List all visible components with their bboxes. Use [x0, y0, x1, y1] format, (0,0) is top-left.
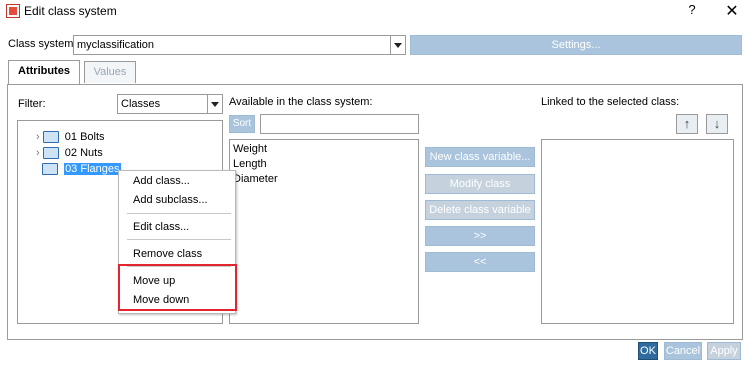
class-system-select[interactable]: myclassification — [73, 35, 406, 55]
folder-icon — [42, 131, 59, 144]
list-item[interactable]: Weight — [233, 143, 267, 155]
class-system-label: Class system: — [8, 38, 77, 50]
list-item[interactable]: Length — [233, 158, 267, 170]
available-search-input[interactable] — [260, 114, 419, 134]
linked-label: Linked to the selected class: — [541, 96, 680, 108]
remove-from-linked-button[interactable]: << — [425, 252, 535, 272]
available-list[interactable]: Weight Length Diameter — [229, 139, 419, 324]
arrow-down-icon[interactable]: ↓ — [706, 114, 728, 134]
arrow-up-icon[interactable]: ↑ — [676, 114, 698, 134]
menu-remove-class[interactable]: Remove class — [133, 248, 202, 260]
expand-icon[interactable]: › — [36, 131, 40, 143]
filter-label: Filter: — [18, 98, 46, 110]
folder-icon — [42, 163, 58, 176]
close-button[interactable]: ✕ — [722, 1, 742, 21]
add-to-linked-button[interactable]: >> — [425, 226, 535, 246]
tab-values[interactable]: Values — [84, 61, 136, 83]
help-button[interactable]: ? — [684, 2, 700, 20]
tree-item[interactable]: › 02 Nuts — [36, 147, 121, 163]
expand-icon[interactable]: › — [36, 147, 40, 159]
ok-button[interactable]: OK — [638, 342, 658, 360]
chevron-down-icon[interactable] — [390, 36, 405, 54]
chevron-down-icon[interactable] — [207, 95, 222, 113]
modify-class-variable-button[interactable]: Modify class variable... — [425, 174, 535, 208]
highlight-frame — [118, 264, 237, 311]
apply-button[interactable]: Apply — [707, 342, 741, 360]
settings-button[interactable]: Settings... — [410, 35, 742, 55]
app-icon — [6, 4, 20, 18]
folder-icon — [42, 147, 59, 160]
tree-item[interactable]: › 01 Bolts — [36, 131, 121, 147]
new-class-variable-button[interactable]: New class variable... — [425, 147, 535, 167]
menu-edit-class[interactable]: Edit class... — [133, 221, 189, 233]
tree-item-selected[interactable]: 03 Flanges — [36, 163, 121, 179]
menu-add-subclass[interactable]: Add subclass... — [133, 194, 208, 206]
linked-list[interactable] — [541, 139, 734, 324]
menu-separator — [127, 213, 231, 214]
filter-select[interactable]: Classes — [117, 94, 223, 114]
cancel-button[interactable]: Cancel — [664, 342, 702, 360]
menu-separator — [127, 239, 231, 240]
sort-button[interactable]: Sort — [229, 115, 255, 133]
delete-class-variable-button[interactable]: Delete class variable — [425, 200, 535, 220]
menu-add-class[interactable]: Add class... — [133, 175, 190, 187]
class-system-value: myclassification — [77, 39, 155, 51]
window-title: Edit class system — [24, 4, 117, 18]
list-item[interactable]: Diameter — [233, 173, 278, 185]
available-label: Available in the class system: — [229, 96, 373, 108]
tab-attributes[interactable]: Attributes — [8, 60, 80, 84]
filter-value: Classes — [121, 98, 161, 110]
